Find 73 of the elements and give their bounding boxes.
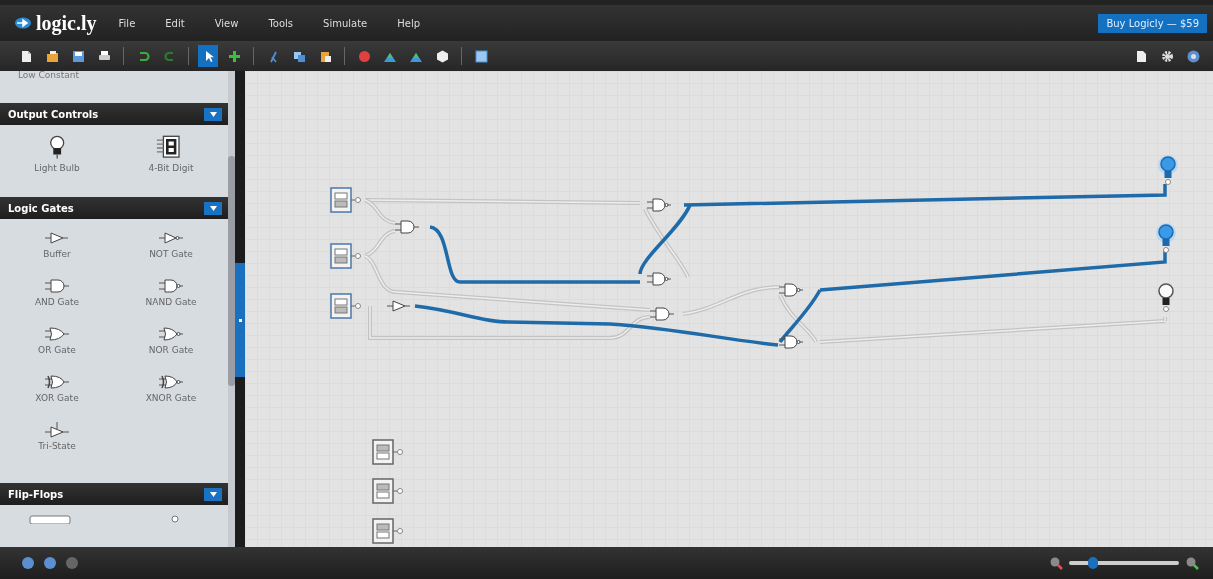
record-icon [356,48,372,64]
buy-button[interactable]: Buy Logicly — $59 [1098,13,1207,33]
palette-item[interactable]: NOT Gate [114,229,228,277]
menu-item[interactable]: Help [397,17,421,29]
menu-item[interactable]: Edit [165,17,185,29]
and-gate-icon[interactable] [394,220,420,234]
palette-item[interactable]: Light Bulb [0,135,114,183]
toggle-switch[interactable] [330,293,361,319]
xnor-gate-icon [157,373,185,391]
add-icon [226,48,242,64]
or-gate-icon [43,325,71,343]
nand-gate-icon[interactable] [778,335,804,349]
menu-item[interactable]: Tools [268,17,294,29]
collapse-button[interactable] [204,201,222,215]
palette-item[interactable]: XNOR Gate [114,373,228,421]
buffer-gate-icon[interactable] [386,300,411,312]
zoom-in-button[interactable] [22,557,34,569]
palette-item[interactable]: OR Gate [0,325,114,373]
toggle-switch[interactable] [330,243,361,269]
slider-thumb[interactable] [1088,557,1099,569]
light-bulb[interactable] [1158,283,1174,312]
settings-icon [1159,48,1175,64]
toggle-switch[interactable] [372,518,403,544]
zoom-out-icon[interactable] [1049,556,1063,570]
palette-item[interactable]: Low Constant [0,71,228,99]
tri-state-gate-icon [43,421,71,439]
section-header[interactable]: Output Controls [0,103,228,125]
collapse-button[interactable] [204,487,222,501]
hexagon-icon [434,48,450,64]
toggle-switch[interactable] [372,439,403,465]
section-title: Logic Gates [8,202,75,214]
palette-item[interactable]: NAND Gate [114,277,228,325]
menu-item[interactable]: View [214,17,239,29]
toggle-switch[interactable] [372,478,403,504]
and-gate-icon[interactable] [649,307,675,321]
splitter-handle[interactable] [235,263,245,377]
logo-icon [14,17,32,29]
help-icon [1185,48,1201,64]
caret-icon [209,111,217,117]
menu-item[interactable]: Simulate [323,17,368,29]
save-icon [70,48,86,64]
palette-item[interactable]: Buffer [0,229,114,277]
palette-item[interactable]: AND Gate [0,277,114,325]
palette-item[interactable]: XOR Gate [0,373,114,421]
menu-item[interactable]: File [118,17,136,29]
scrollbar-thumb[interactable] [228,156,235,386]
collapse-button[interactable] [204,107,222,121]
section-header[interactable]: Flip-Flops [0,483,228,505]
nor-gate-icon [157,325,185,343]
xor-gate-icon [43,373,71,391]
palette-item[interactable]: NOR Gate [114,325,228,373]
buffer-gate-icon [43,229,71,247]
section-title: Flip-Flops [8,488,65,500]
nand-gate-icon[interactable] [646,198,672,212]
toggle-switch[interactable] [330,187,361,213]
zoom-in-icon[interactable] [1185,556,1199,570]
fit-button[interactable] [66,557,78,569]
nand-gate-icon[interactable] [646,272,672,286]
zoom-out-button[interactable] [44,557,56,569]
app-logo: logic.ly [36,11,97,35]
palette-item[interactable]: Tri-State [0,421,114,469]
select-tool[interactable] [198,45,218,67]
folder-icon [44,48,60,64]
and-gate-icon [43,277,71,295]
caret-icon [209,491,217,497]
nand-gate-icon[interactable] [778,283,804,297]
section-title: Output Controls [8,108,100,120]
nand-gate-icon [157,277,185,295]
not-gate-icon [157,229,185,247]
section-header[interactable]: Logic Gates [0,197,228,219]
caret-icon [209,205,217,211]
square-icon [473,48,489,64]
palette-item[interactable]: 4-Bit Digit [114,135,228,183]
